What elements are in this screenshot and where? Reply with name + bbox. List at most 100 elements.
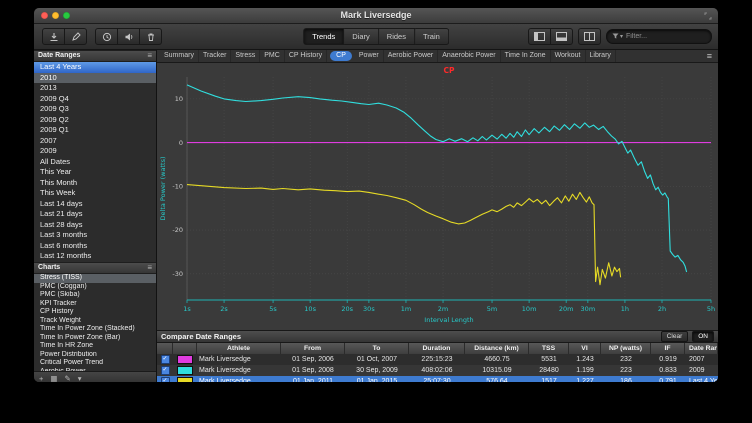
chart-grid-icon[interactable]: ▦ [50,374,57,383]
sidebar-item-2009[interactable]: 2009 [34,146,156,157]
column-header[interactable] [157,343,173,354]
compare-row[interactable]: ✓Mark Liversedge01 Sep, 200830 Sep, 2009… [157,365,718,376]
audio-button[interactable] [118,28,140,45]
sidebar-item-all-dates[interactable]: All Dates [34,157,156,168]
column-header-duration[interactable]: Duration [409,343,465,354]
column-header-to[interactable]: To [345,343,409,354]
sidebar-item-time-in-hr-zone[interactable]: Time In HR Zone [34,342,156,351]
fullscreen-icon[interactable] [704,12,712,20]
sidebar-item-this-month[interactable]: This Month [34,178,156,189]
column-header-np-watts-[interactable]: NP (watts) [601,343,651,354]
tab-cp-history[interactable]: CP History [285,50,327,62]
view-segment-rides[interactable]: Rides [379,28,415,45]
column-header-tss[interactable]: TSS [529,343,569,354]
tab-aerobic-power[interactable]: Aerobic Power [384,50,439,62]
tab-cp[interactable]: CP [330,51,352,61]
sidebar-item-this-year[interactable]: This Year [34,167,156,178]
add-icon[interactable]: + [39,374,43,383]
menu-icon[interactable]: ≡ [147,263,152,273]
column-header-if[interactable]: IF [651,343,685,354]
series-last-4-years [187,185,621,285]
column-header-athlete[interactable]: Athlete [197,343,281,354]
tab-library[interactable]: Library [586,50,616,62]
tab-stress[interactable]: Stress [231,50,260,62]
toggle-compare-pane-button[interactable] [551,28,573,45]
row-checkbox[interactable]: ✓ [161,366,170,375]
tab-pmc[interactable]: PMC [260,50,285,62]
sidebar-item-time-in-power-zone-stacked-[interactable]: Time In Power Zone (Stacked) [34,325,156,334]
tiled-view-button[interactable] [578,28,601,45]
compare-row[interactable]: ✓Mark Liversedge01 Jan, 201101 Jan, 2015… [157,376,718,382]
sidebar-item-stress-tiss-[interactable]: Stress (TISS) [34,274,156,283]
sidebar-item-last-3-months[interactable]: Last 3 months [34,230,156,241]
svg-text:20m: 20m [559,305,574,313]
svg-text:-10: -10 [172,183,183,191]
column-header-from[interactable]: From [281,343,345,354]
view-segment-train[interactable]: Train [415,28,449,45]
sidebar-item-pmc-coggan-[interactable]: PMC (Coggan) [34,283,156,292]
sidebar-item-2009-q3[interactable]: 2009 Q3 [34,104,156,115]
sidebar-item-2009-q4[interactable]: 2009 Q4 [34,94,156,105]
menu-icon[interactable]: ≡ [147,51,152,61]
minimize-button[interactable] [52,12,59,19]
tab-workout[interactable]: Workout [551,50,586,62]
compare-row[interactable]: ✓Mark Liversedge01 Sep, 200601 Oct, 2007… [157,354,718,365]
view-segment-diary[interactable]: Diary [344,28,379,45]
tab-menu-icon[interactable]: ≡ [707,51,715,61]
tab-summary[interactable]: Summary [160,50,199,62]
download-activity-button[interactable] [42,28,65,45]
sidebar-item-2009-q2[interactable]: 2009 Q2 [34,115,156,126]
sidebar-item-2010[interactable]: 2010 [34,73,156,84]
column-header[interactable] [173,343,197,354]
sidebar-item-critical-power-trend[interactable]: Critical Power Trend [34,359,156,368]
compare-on-toggle[interactable]: ON [692,331,714,342]
cell-distance: 4660.75 [465,354,529,365]
column-header-distance-km-[interactable]: Distance (km) [465,343,529,354]
delete-button[interactable] [140,28,162,45]
zoom-button[interactable] [63,12,70,19]
filter-input[interactable] [626,33,690,40]
column-header-date-range[interactable]: Date Range [685,343,718,354]
svg-text:-30: -30 [172,270,183,278]
date-ranges-header: Date Ranges ≡ [34,50,156,62]
sidebar-item-last-4-years[interactable]: Last 4 Years [34,62,156,73]
compose-icon [71,32,81,42]
tab-anaerobic-power[interactable]: Anaerobic Power [438,50,500,62]
sidebar-item-last-14-days[interactable]: Last 14 days [34,199,156,210]
sidebar-item-last-28-days[interactable]: Last 28 days [34,220,156,231]
sidebar-item-cp-history[interactable]: CP History [34,308,156,317]
row-checkbox[interactable]: ✓ [161,377,170,382]
filter-field[interactable]: ▾ [606,29,712,44]
close-button[interactable] [41,12,48,19]
column-header-vi[interactable]: VI [569,343,601,354]
sidebar-item-power-distribution[interactable]: Power Distribution [34,351,156,360]
tab-power[interactable]: Power [355,50,384,62]
sidebar-item-last-6-months[interactable]: Last 6 months [34,241,156,252]
manual-activity-button[interactable] [65,28,87,45]
svg-text:0: 0 [179,139,183,147]
record-button[interactable] [95,28,118,45]
edit-icon[interactable]: ✎ [64,374,70,383]
clear-button[interactable]: Clear [661,331,689,342]
sidebar-item-2007[interactable]: 2007 [34,136,156,147]
sidebar-item-track-weight[interactable]: Track Weight [34,317,156,326]
sidebar-item-2009-q1[interactable]: 2009 Q1 [34,125,156,136]
cell-if: 0.833 [651,365,685,376]
row-checkbox[interactable]: ✓ [161,355,170,364]
sidebar-item-last-12-months[interactable]: Last 12 months [34,251,156,262]
sidebar-item-last-21-days[interactable]: Last 21 days [34,209,156,220]
tab-tracker[interactable]: Tracker [199,50,231,62]
sidebar-item-time-in-power-zone-bar-[interactable]: Time In Power Zone (Bar) [34,334,156,343]
toggle-sidebar-button[interactable] [528,28,551,45]
svg-text:10: 10 [175,95,183,103]
cp-chart[interactable]: 100-10-20-301s2s5s10s20s30s1m2m5m10m20m3… [157,63,718,330]
view-segment-trends[interactable]: Trends [303,28,344,45]
sidebar-item-2013[interactable]: 2013 [34,83,156,94]
sidebar-item-kpi-tracker[interactable]: KPI Tracker [34,300,156,309]
dropdown-icon[interactable]: ▾ [78,374,82,383]
cp-chart-panel[interactable]: 100-10-20-301s2s5s10s20s30s1m2m5m10m20m3… [157,63,718,330]
sidebar-item-pmc-skiba-[interactable]: PMC (Skiba) [34,291,156,300]
tab-time-in-zone[interactable]: Time In Zone [501,50,551,62]
sidebar-item-this-week[interactable]: This Week [34,188,156,199]
titlebar[interactable]: Mark Liversedge [34,8,718,24]
